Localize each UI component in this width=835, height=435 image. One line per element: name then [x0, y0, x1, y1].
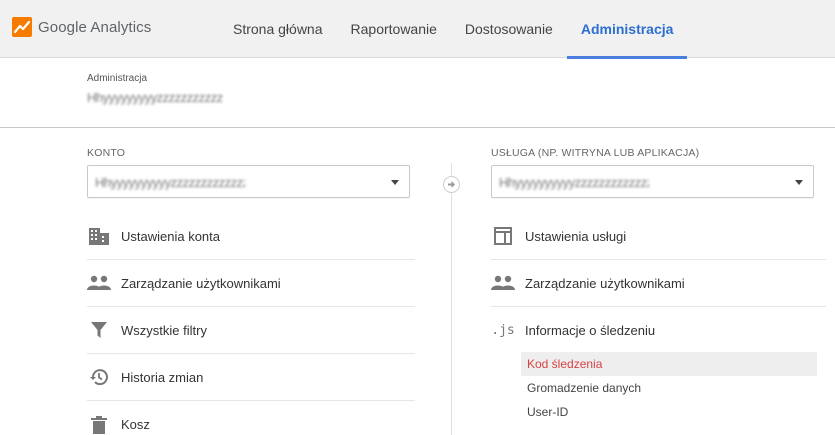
menu-label: Informacje o śledzeniu	[525, 323, 656, 338]
subitem-tracking-code[interactable]: Kod śledzenia	[521, 352, 817, 376]
account-label: KONTO	[87, 147, 126, 159]
menu-all-filters[interactable]: Wszystkie filtry	[87, 307, 415, 354]
tracking-subitems: Kod śledzenia Gromadzenie danych User-ID	[521, 352, 821, 424]
menu-change-history[interactable]: Historia zmian	[87, 354, 415, 401]
top-bar: Google Analytics Strona główna Raportowa…	[0, 0, 835, 59]
nav-home[interactable]: Strona główna	[219, 0, 337, 58]
building-icon	[87, 224, 111, 248]
menu-label: Zarządzanie użytkownikami	[121, 275, 281, 291]
js-icon: .js	[491, 323, 515, 338]
menu-label: Zarządzanie użytkownikami	[525, 275, 685, 291]
property-select-value: Hhyyyyyyyyyyzzzzzzzzzzzzzz	[499, 175, 649, 190]
account-select-value: Hhyyyyyyyyyyzzzzzzzzzzzzzz	[95, 175, 245, 190]
account-menu: Ustawienia konta Zarządzanie użytkownika…	[87, 213, 417, 435]
menu-label: Wszystkie filtry	[121, 322, 207, 338]
layout-icon	[491, 224, 515, 248]
menu-label: Kosz	[121, 417, 150, 432]
arrow-right-icon	[443, 176, 460, 193]
nav-customization[interactable]: Dostosowanie	[451, 0, 567, 58]
history-icon	[87, 365, 111, 389]
property-column: USŁUGA (NP. WITRYNA LUB APLIKACJA) Hhyyy…	[491, 147, 826, 424]
nav-reporting[interactable]: Raportowanie	[337, 0, 451, 58]
analytics-logo-icon	[12, 17, 32, 37]
google-analytics-logo[interactable]: Google Analytics	[12, 17, 151, 37]
breadcrumb: Administracja	[87, 73, 148, 84]
account-select[interactable]: Hhyyyyyyyyyyzzzzzzzzzzzzzz	[87, 165, 410, 198]
property-menu: Ustawienia usługi Zarządzanie użytkownik…	[491, 213, 826, 354]
trash-icon	[87, 413, 111, 435]
people-icon	[87, 271, 111, 295]
logo-text: Google Analytics	[38, 18, 152, 36]
chevron-down-icon	[795, 180, 803, 185]
account-column: KONTO Hhyyyyyyyyyyzzzzzzzzzzzzzz Ustawie…	[87, 147, 417, 435]
property-label: USŁUGA (NP. WITRYNA LUB APLIKACJA)	[491, 147, 700, 159]
menu-label: Ustawienia usługi	[525, 228, 627, 244]
menu-property-settings[interactable]: Ustawienia usługi	[491, 213, 826, 260]
filter-icon	[87, 318, 111, 342]
nav-admin[interactable]: Administracja	[566, 0, 688, 59]
property-select[interactable]: Hhyyyyyyyyyyzzzzzzzzzzzzzz	[491, 165, 814, 198]
menu-property-user-management[interactable]: Zarządzanie użytkownikami	[491, 260, 826, 307]
menu-label: Historia zmian	[121, 369, 204, 385]
subitem-data-collection[interactable]: Gromadzenie danych	[521, 376, 817, 400]
page-header: Administracja Hhyyyyyyyyyzzzzzzzzzzz	[0, 59, 835, 128]
people-icon	[491, 271, 515, 295]
account-name-redacted: Hhyyyyyyyyyzzzzzzzzzzz	[87, 90, 223, 105]
chevron-down-icon	[391, 180, 399, 185]
menu-tracking-info[interactable]: .js Informacje o śledzeniu	[491, 307, 826, 354]
menu-account-settings[interactable]: Ustawienia konta	[87, 213, 415, 260]
menu-account-user-management[interactable]: Zarządzanie użytkownikami	[87, 260, 415, 307]
subitem-user-id[interactable]: User-ID	[521, 400, 817, 424]
menu-label: Ustawienia konta	[121, 228, 220, 244]
column-divider	[451, 163, 452, 435]
main-nav: Strona główna Raportowanie Dostosowanie …	[219, 0, 688, 59]
menu-trash[interactable]: Kosz	[87, 401, 415, 435]
